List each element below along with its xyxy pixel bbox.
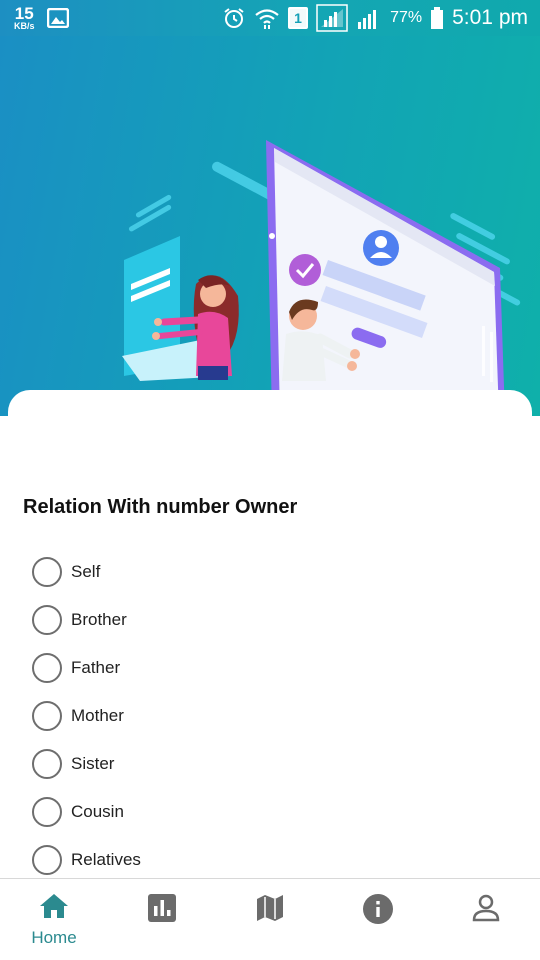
- radio-button[interactable]: [32, 797, 62, 827]
- status-bar: 15 KB/s 1 77% 5:01 pm: [0, 0, 540, 36]
- option-label: Father: [71, 658, 121, 677]
- info-icon: [362, 893, 394, 930]
- clock: 5:01 pm: [452, 6, 528, 29]
- relation-question-title: Relation With number Owner: [23, 496, 298, 518]
- home-icon: [39, 893, 69, 924]
- option-cousin[interactable]: Cousin: [32, 788, 141, 836]
- nav-home-label: Home: [31, 928, 77, 947]
- option-sister[interactable]: Sister: [32, 740, 141, 788]
- nav-home[interactable]: Home: [0, 879, 108, 960]
- option-self[interactable]: Self: [32, 548, 141, 596]
- network-speed-value: 15: [14, 4, 34, 23]
- sim-slot-indicator: 1: [288, 7, 309, 29]
- alarm-icon: [222, 6, 246, 30]
- nav-profile[interactable]: [432, 879, 540, 960]
- option-relatives[interactable]: Relatives: [32, 836, 141, 884]
- signal-icon: [316, 4, 348, 32]
- wifi-icon: [254, 6, 280, 30]
- option-label: Mother: [71, 706, 124, 725]
- option-brother[interactable]: Brother: [32, 596, 141, 644]
- hero-banner: [0, 36, 540, 416]
- bar-chart-icon: [147, 893, 177, 928]
- option-label: Self: [71, 562, 101, 581]
- nav-info[interactable]: [324, 879, 432, 960]
- nav-stats[interactable]: [108, 879, 216, 960]
- relation-options-group: Self Brother Father Mother Sister Cousin…: [32, 548, 141, 884]
- battery-icon: [430, 6, 444, 30]
- radio-button[interactable]: [32, 701, 62, 731]
- gallery-icon: [46, 8, 69, 28]
- bottom-navigation: Home: [0, 878, 540, 960]
- person-icon: [471, 893, 501, 928]
- radio-button[interactable]: [32, 605, 62, 635]
- option-mother[interactable]: Mother: [32, 692, 141, 740]
- nav-map[interactable]: [216, 879, 324, 960]
- radio-button[interactable]: [32, 653, 62, 683]
- network-speed: 15 KB/s: [14, 5, 35, 31]
- signal-icon: [356, 6, 382, 30]
- radio-button[interactable]: [32, 557, 62, 587]
- radio-button[interactable]: [32, 749, 62, 779]
- radio-button[interactable]: [32, 845, 62, 875]
- profile-verification-illustration: [122, 140, 521, 416]
- option-label: Brother: [71, 610, 127, 629]
- network-speed-unit: KB/s: [14, 21, 35, 31]
- option-label: Sister: [71, 754, 115, 773]
- option-label: Relatives: [71, 850, 141, 869]
- relation-form-card: Relation With number Owner Self Brother …: [8, 390, 532, 890]
- option-label: Cousin: [71, 802, 124, 821]
- battery-percent: 77%: [390, 9, 423, 26]
- option-father[interactable]: Father: [32, 644, 141, 692]
- map-icon: [255, 893, 285, 928]
